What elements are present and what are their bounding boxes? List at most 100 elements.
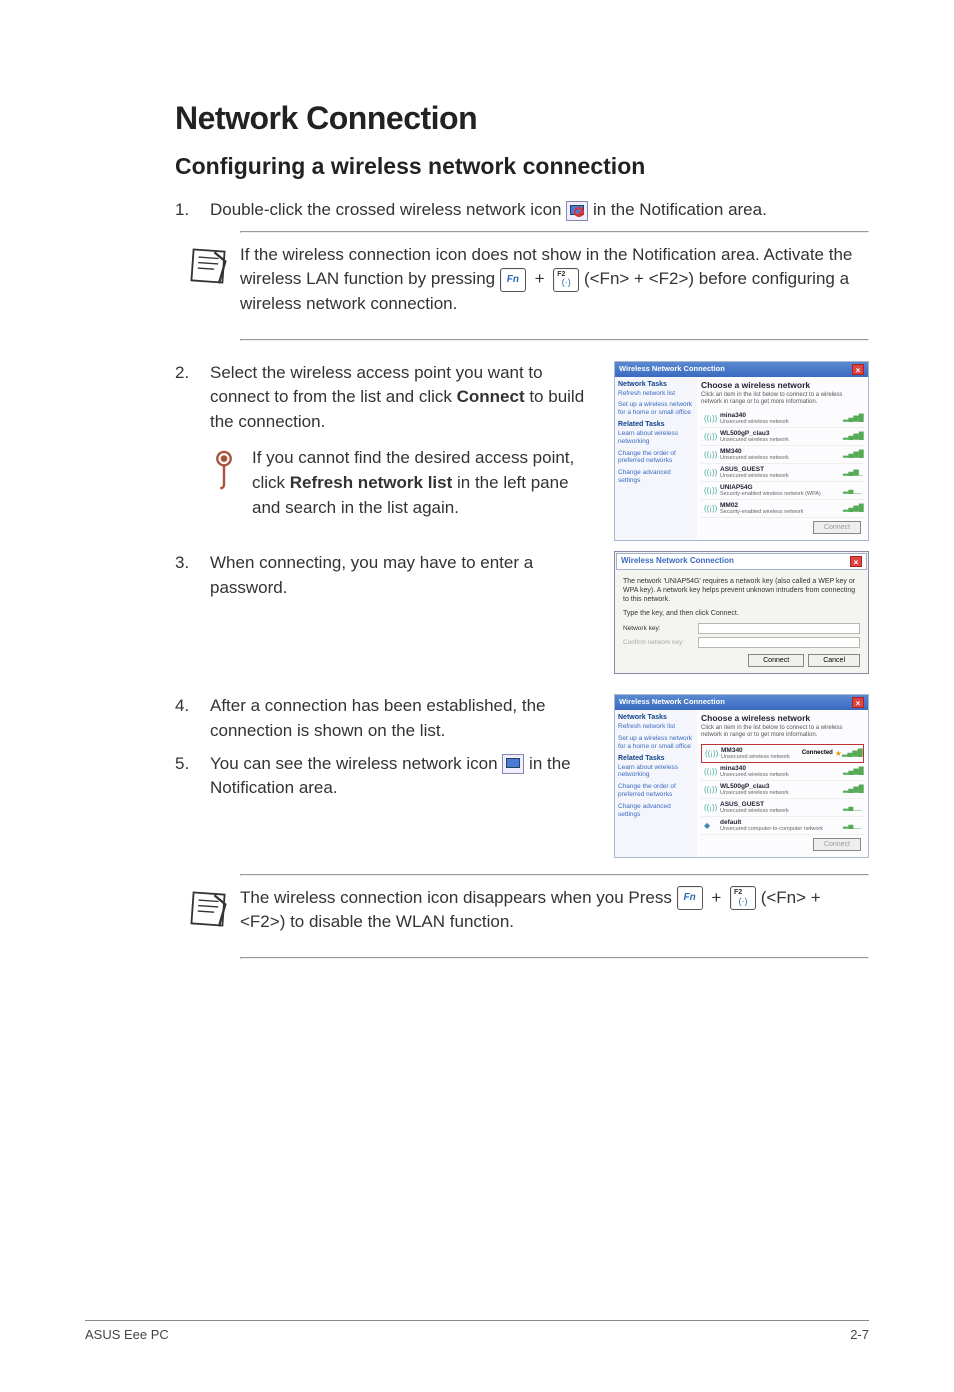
step-3: 3. When connecting, you may have to ente…: [175, 551, 594, 600]
step-bold: Connect: [457, 387, 525, 406]
field-label: Network key:: [623, 625, 698, 632]
network-item: ((¡))WL500gP_clau3Unsecured wireless net…: [701, 428, 864, 446]
sidebar-link: Change advanced settings: [618, 803, 694, 819]
dialog-instruction: Type the key, and then click Connect.: [623, 610, 860, 617]
connect-button: Connect: [748, 654, 804, 667]
main-subtitle: Click an item in the list below to conne…: [701, 392, 864, 406]
step-number: 4.: [175, 694, 210, 743]
screenshot-network-list: Wireless Network Connection× Network Tas…: [614, 361, 869, 541]
footer-right: 2-7: [850, 1327, 869, 1342]
divider: [240, 339, 869, 341]
antenna-icon: ((¡)): [704, 785, 716, 794]
sidebar-heading: Network Tasks: [618, 714, 694, 721]
step-number: 5.: [175, 752, 210, 801]
step-text: You can see the wireless network icon: [210, 754, 502, 773]
antenna-icon: ((¡)): [704, 468, 716, 477]
network-item: ((¡))MM02Security-enabled wireless netwo…: [701, 500, 864, 518]
plus-sign: +: [535, 269, 550, 288]
star-icon: ★: [835, 749, 842, 758]
antenna-icon: ((¡)): [705, 749, 717, 758]
network-item: ((¡))UNIAP54GSecurity-enabled wireless n…: [701, 482, 864, 500]
adhoc-icon: ◆: [704, 821, 716, 830]
section-title: Configuring a wireless network connectio…: [175, 153, 869, 180]
window-title: Wireless Network Connection: [619, 364, 725, 375]
antenna-icon: ((¡)): [704, 803, 716, 812]
signal-icon: ▂▄__: [843, 803, 861, 811]
main-title: Choose a wireless network: [701, 713, 864, 723]
step-text: in the Notification area.: [593, 200, 767, 219]
screenshot-password-dialog: Wireless Network Connection× The network…: [614, 551, 869, 674]
sidebar-link: Set up a wireless network for a home or …: [618, 735, 694, 751]
main-subtitle: Click an item in the list below to conne…: [701, 725, 864, 739]
sidebar-heading: Network Tasks: [618, 381, 694, 388]
network-item-connected: ((¡))MM340Unsecured wireless networkConn…: [701, 744, 864, 763]
network-item: ((¡))MM340Unsecured wireless network▂▄▆█: [701, 446, 864, 464]
step-number: 3.: [175, 551, 210, 600]
note-box: The wireless connection icon disappears …: [175, 886, 869, 935]
signal-icon: ▂▄__: [843, 486, 861, 494]
page-title: Network Connection: [175, 100, 869, 137]
network-key-input: [698, 623, 860, 634]
confirm-key-input: [698, 637, 860, 648]
field-label: Confirm network key:: [623, 639, 698, 646]
network-item: ((¡))WL500gP_clau3Unsecured wireless net…: [701, 781, 864, 799]
connect-button: Connect: [813, 838, 861, 851]
sidebar-heading: Related Tasks: [618, 421, 694, 428]
sidebar-link: Refresh network list: [618, 723, 694, 731]
sidebar-link: Set up a wireless network for a home or …: [618, 401, 694, 417]
step-4: 4. After a connection has been establish…: [175, 694, 594, 743]
note-box: If the wireless connection icon does not…: [175, 243, 869, 317]
antenna-icon: ((¡)): [704, 450, 716, 459]
step-text: Double-click the crossed wireless networ…: [210, 200, 566, 219]
close-icon: ×: [852, 697, 864, 708]
footer-left: ASUS Eee PC: [85, 1327, 169, 1342]
network-item: ((¡))ASUS_GUESTUnsecured wireless networ…: [701, 799, 864, 817]
step-1: 1. Double-click the crossed wireless net…: [175, 198, 869, 223]
tip-box: If you cannot find the desired access po…: [210, 446, 594, 520]
divider: [240, 231, 869, 233]
step-text: After a connection has been established,…: [210, 694, 594, 743]
wireless-icon: [502, 754, 524, 774]
sidebar-heading: Related Tasks: [618, 755, 694, 762]
sidebar-link: Learn about wireless networking: [618, 764, 694, 780]
fn-key-icon: Fn: [500, 268, 526, 292]
note-icon: [187, 245, 229, 287]
signal-icon: ▂▄▆█: [843, 414, 861, 422]
status-label: Connected: [802, 750, 833, 756]
step-2: 2. Select the wireless access point you …: [175, 361, 594, 435]
wireless-crossed-icon: [566, 201, 588, 221]
antenna-icon: ((¡)): [704, 767, 716, 776]
main-title: Choose a wireless network: [701, 380, 864, 390]
sidebar-link: Refresh network list: [618, 390, 694, 398]
cancel-button: Cancel: [808, 654, 860, 667]
plus-sign: +: [711, 888, 726, 907]
close-icon: ×: [850, 556, 862, 567]
network-item: ◆defaultUnsecured computer-to-computer n…: [701, 817, 864, 835]
signal-icon: ▂▄▆█: [842, 749, 860, 757]
connect-button: Connect: [813, 521, 861, 534]
step-number: 2.: [175, 361, 210, 435]
note-text: The wireless connection icon disappears …: [240, 888, 677, 907]
window-title: Wireless Network Connection: [619, 697, 725, 708]
sidebar-link: Change the order of preferred networks: [618, 783, 694, 799]
signal-icon: ▂▄__: [843, 821, 861, 829]
note-icon: [187, 888, 229, 930]
antenna-icon: ((¡)): [704, 414, 716, 423]
signal-icon: ▂▄▆_: [843, 468, 861, 476]
sidebar-link: Change the order of preferred networks: [618, 450, 694, 466]
signal-icon: ▂▄▆█: [843, 767, 861, 775]
screenshot-connected-list: Wireless Network Connection × Network Tas…: [614, 694, 869, 857]
tip-icon: [210, 450, 238, 492]
signal-icon: ▂▄▆█: [843, 450, 861, 458]
divider: [240, 957, 869, 959]
dialog-message: The network 'UNIAP54G' requires a networ…: [623, 577, 860, 604]
step-text: When connecting, you may have to enter a…: [210, 551, 594, 600]
divider: [240, 874, 869, 876]
tip-bold: Refresh network list: [290, 473, 453, 492]
antenna-icon: ((¡)): [704, 432, 716, 441]
antenna-icon: ((¡)): [704, 504, 716, 513]
f2-key-icon: F2(·): [730, 886, 756, 910]
network-item: ((¡))ASUS_GUESTUnsecured wireless networ…: [701, 464, 864, 482]
signal-icon: ▂▄▆█: [843, 504, 861, 512]
step-number: 1.: [175, 198, 210, 223]
